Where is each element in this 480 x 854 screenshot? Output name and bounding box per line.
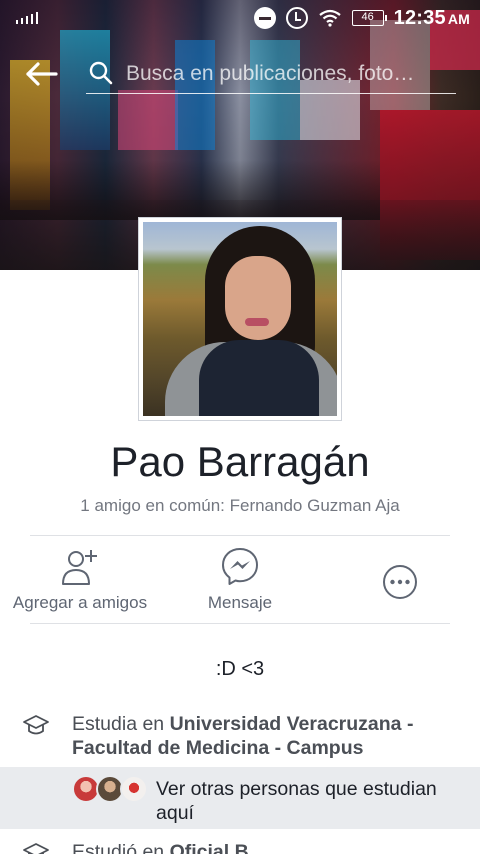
message-label: Mensaje: [207, 593, 273, 612]
cover-detail: [118, 90, 178, 150]
education-current-text: Estudia en Universidad Veracruzana - Fac…: [72, 712, 462, 760]
do-not-disturb-icon: [253, 7, 276, 29]
education-past-text: Estudió en Oficial B: [72, 840, 462, 854]
battery-icon: 46: [351, 10, 387, 26]
divider: [30, 535, 450, 536]
message-button[interactable]: Mensaje: [170, 538, 310, 622]
profile-bio: :D <3: [215, 658, 265, 680]
divider: [30, 623, 450, 624]
clock: 12:35 AM: [394, 7, 470, 30]
classmate-avatar: [120, 775, 148, 803]
education-past-prefix: Estudió en: [72, 841, 170, 854]
search-input[interactable]: Busca en publicaciones, foto…: [86, 54, 456, 94]
education-current-school-line1[interactable]: Universidad Veracruzana -: [170, 713, 414, 735]
more-options-button[interactable]: [360, 538, 440, 622]
messenger-icon: [222, 548, 258, 585]
avatar-face: [225, 256, 291, 340]
profile-picture-image: [143, 222, 337, 416]
education-current-school-line2[interactable]: Facultad de Medicina - Campus: [72, 737, 363, 759]
education-current-prefix: Estudia en: [72, 713, 170, 735]
search-icon: [89, 61, 113, 85]
back-arrow-icon[interactable]: [22, 58, 62, 90]
see-classmates-line2: aquí: [156, 802, 194, 824]
signal-icon: [16, 12, 38, 24]
education-past-school[interactable]: Oficial B: [170, 841, 249, 854]
clock-time: 12:35: [393, 6, 446, 29]
see-classmates-line1: Ver otras personas que estudian: [156, 778, 437, 800]
top-navigation: Busca en publicaciones, foto…: [0, 50, 480, 98]
graduation-cap-icon: [23, 843, 49, 854]
search-placeholder: Busca en publicaciones, foto…: [126, 62, 415, 85]
avatar-vest: [199, 340, 319, 416]
see-classmates-row[interactable]: Ver otras personas que estudian aquí: [0, 767, 480, 829]
alarm-icon: [285, 7, 308, 29]
add-friend-icon: [62, 550, 97, 585]
see-classmates-text: Ver otras personas que estudian aquí: [156, 777, 472, 825]
profile-picture[interactable]: [138, 217, 342, 421]
add-friend-label: Agregar a amigos: [12, 593, 148, 612]
wifi-icon: [318, 9, 341, 27]
more-options-icon: [383, 565, 417, 599]
graduation-cap-icon: [23, 715, 49, 735]
profile-actions: Agregar a amigos Mensaje: [0, 538, 480, 622]
profile-name: Pao Barragán: [110, 438, 370, 485]
status-bar: 46 12:35 AM: [0, 0, 480, 36]
classmate-avatars: [72, 775, 152, 803]
clock-ampm: AM: [447, 10, 470, 27]
mutual-friends-link[interactable]: 1 amigo en común: Fernando Guzman Aja: [0, 496, 480, 516]
avatar-lips: [245, 318, 269, 326]
add-friend-button[interactable]: Agregar a amigos: [0, 538, 160, 622]
